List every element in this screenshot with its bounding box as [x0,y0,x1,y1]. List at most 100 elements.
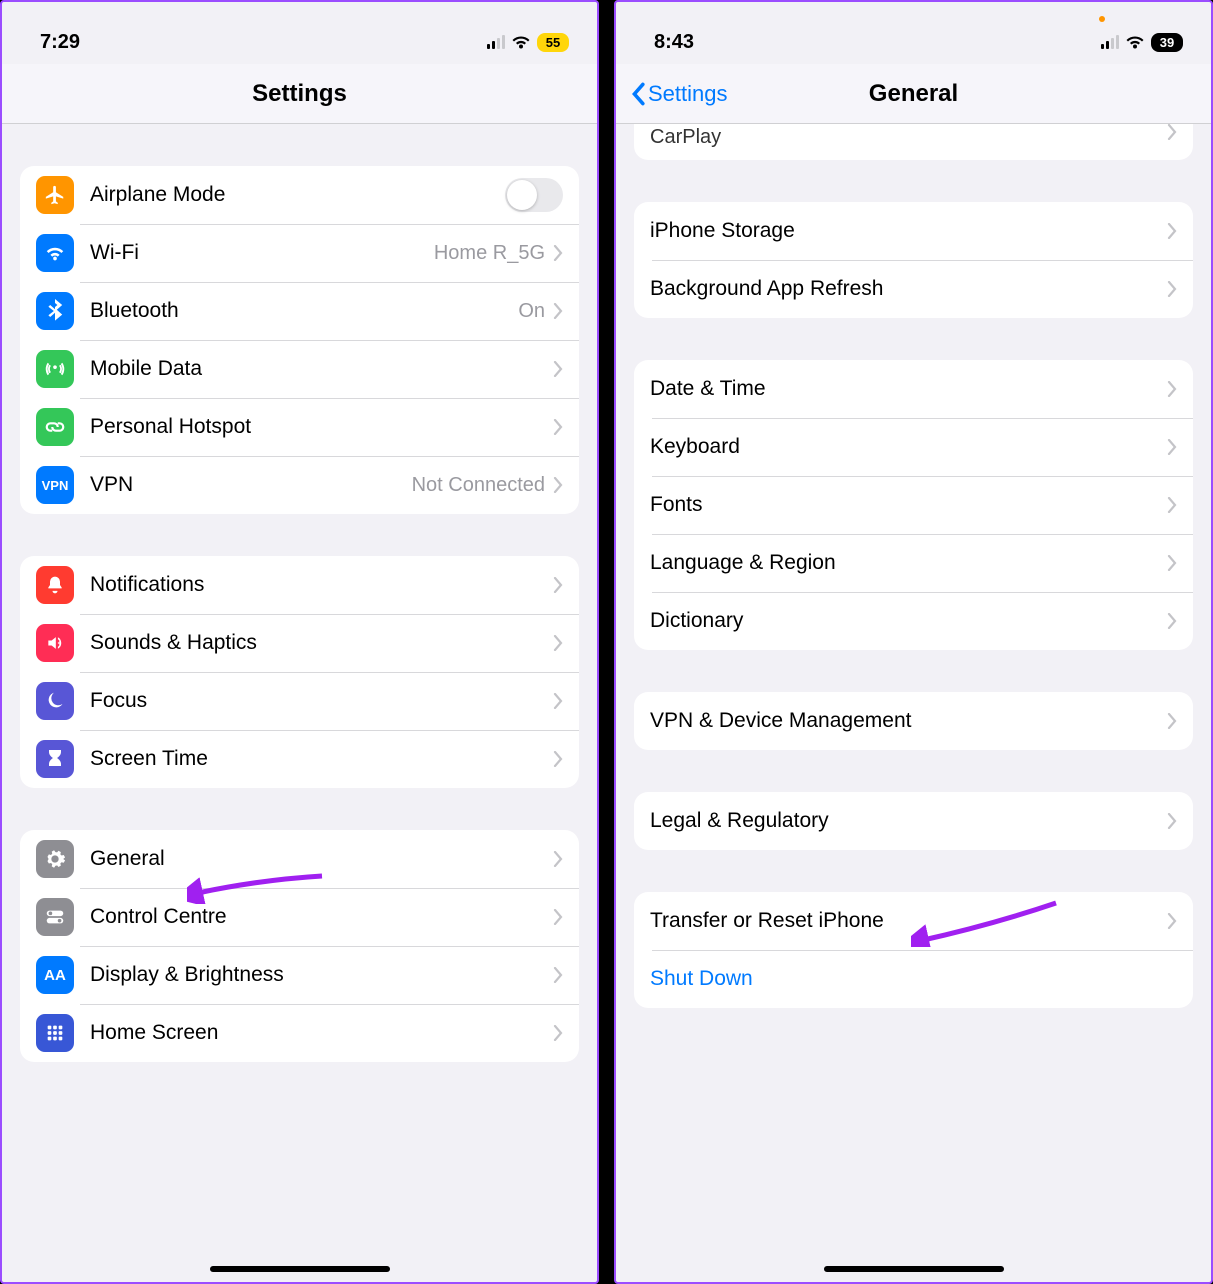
row-label: Display & Brightness [90,963,553,987]
airplane-icon [36,176,74,214]
chevron-right-icon [553,577,563,593]
page-title: Settings [252,80,347,108]
row-background-app-refresh[interactable]: Background App Refresh [634,260,1193,318]
home-indicator[interactable] [824,1266,1004,1272]
row-label: Transfer or Reset iPhone [650,909,1167,933]
settings-list[interactable]: Airplane Mode Wi-Fi Home R_5G Bluetooth … [2,124,597,1282]
row-keyboard[interactable]: Keyboard [634,418,1193,476]
row-transfer-reset[interactable]: Transfer or Reset iPhone [634,892,1193,950]
row-label: VPN & Device Management [650,709,1167,733]
row-label: Sounds & Haptics [90,631,553,655]
row-vpn[interactable]: VPN VPN Not Connected [20,456,579,514]
row-legal-regulatory[interactable]: Legal & Regulatory [634,792,1193,850]
row-value: Not Connected [412,474,545,497]
hourglass-icon [36,740,74,778]
storage-group: iPhone Storage Background App Refresh [634,202,1193,318]
chevron-right-icon [553,303,563,319]
battery-icon: 39 [1151,33,1183,52]
apps-icon [36,1014,74,1052]
notifications-group: Notifications Sounds & Haptics Focus [20,556,579,788]
chevron-right-icon [1167,223,1177,239]
row-sounds-haptics[interactable]: Sounds & Haptics [20,614,579,672]
chevron-right-icon [1167,439,1177,455]
airplane-toggle[interactable] [505,178,563,212]
status-time: 7:29 [40,31,80,54]
row-shut-down[interactable]: Shut Down [634,950,1193,1008]
row-display-brightness[interactable]: AA Display & Brightness [20,946,579,1004]
row-bluetooth[interactable]: Bluetooth On [20,282,579,340]
row-label: Focus [90,689,553,713]
row-value: On [518,300,545,323]
chevron-right-icon [1167,555,1177,571]
chevron-right-icon [553,245,563,261]
cellular-icon [487,35,505,49]
chevron-right-icon [1167,497,1177,513]
bluetooth-icon [36,292,74,330]
row-label: Mobile Data [90,357,553,381]
row-general[interactable]: General [20,830,579,888]
page-title: General [869,80,958,108]
chevron-right-icon [553,909,563,925]
row-label: Home Screen [90,1021,553,1045]
row-label: Airplane Mode [90,183,505,207]
chevron-right-icon [1167,124,1177,140]
back-button[interactable]: Settings [630,81,728,107]
row-carplay[interactable]: CarPlay [634,124,1193,160]
row-wifi[interactable]: Wi-Fi Home R_5G [20,224,579,282]
chevron-right-icon [553,419,563,435]
row-home-screen[interactable]: Home Screen [20,1004,579,1062]
row-mobile-data[interactable]: Mobile Data [20,340,579,398]
row-label: Date & Time [650,377,1167,401]
row-notifications[interactable]: Notifications [20,556,579,614]
home-indicator[interactable] [210,1266,390,1272]
row-control-centre[interactable]: Control Centre [20,888,579,946]
chevron-right-icon [553,361,563,377]
partial-row: CarPlay [634,124,1193,160]
chevron-right-icon [1167,813,1177,829]
row-iphone-storage[interactable]: iPhone Storage [634,202,1193,260]
chevron-right-icon [1167,281,1177,297]
row-personal-hotspot[interactable]: Personal Hotspot [20,398,579,456]
row-value: Home R_5G [434,242,545,265]
row-label: Personal Hotspot [90,415,553,439]
chevron-right-icon [553,967,563,983]
general-list[interactable]: CarPlay iPhone Storage Background App Re… [616,124,1211,1282]
speaker-icon [36,624,74,662]
row-label: iPhone Storage [650,219,1167,243]
row-focus[interactable]: Focus [20,672,579,730]
status-bar: 7:29 55 [2,2,597,64]
chevron-right-icon [1167,381,1177,397]
row-date-time[interactable]: Date & Time [634,360,1193,418]
vpn-group: VPN & Device Management [634,692,1193,750]
vpn-icon: VPN [36,466,74,504]
wifi-icon [1125,35,1145,50]
row-label: CarPlay [650,124,1167,149]
gear-icon [36,840,74,878]
navbar: Settings [2,64,597,124]
battery-icon: 55 [537,33,569,52]
switches-icon [36,898,74,936]
row-vpn-device-management[interactable]: VPN & Device Management [634,692,1193,750]
chevron-right-icon [553,693,563,709]
recording-indicator-icon [1099,16,1105,22]
chevron-right-icon [553,1025,563,1041]
moon-icon [36,682,74,720]
antenna-icon [36,350,74,388]
row-fonts[interactable]: Fonts [634,476,1193,534]
locale-group: Date & Time Keyboard Fonts Language & Re… [634,360,1193,650]
row-airplane-mode[interactable]: Airplane Mode [20,166,579,224]
row-label: Fonts [650,493,1167,517]
chevron-right-icon [1167,713,1177,729]
row-label: Legal & Regulatory [650,809,1167,833]
row-label: Notifications [90,573,553,597]
bell-icon [36,566,74,604]
row-label: Wi-Fi [90,241,434,265]
link-icon [36,408,74,446]
row-label: Language & Region [650,551,1167,575]
chevron-right-icon [553,477,563,493]
row-language-region[interactable]: Language & Region [634,534,1193,592]
system-group: General Control Centre AA Display & Brig… [20,830,579,1062]
settings-screen: 7:29 55 Settings Airplane Mode [0,0,599,1284]
row-screen-time[interactable]: Screen Time [20,730,579,788]
row-dictionary[interactable]: Dictionary [634,592,1193,650]
